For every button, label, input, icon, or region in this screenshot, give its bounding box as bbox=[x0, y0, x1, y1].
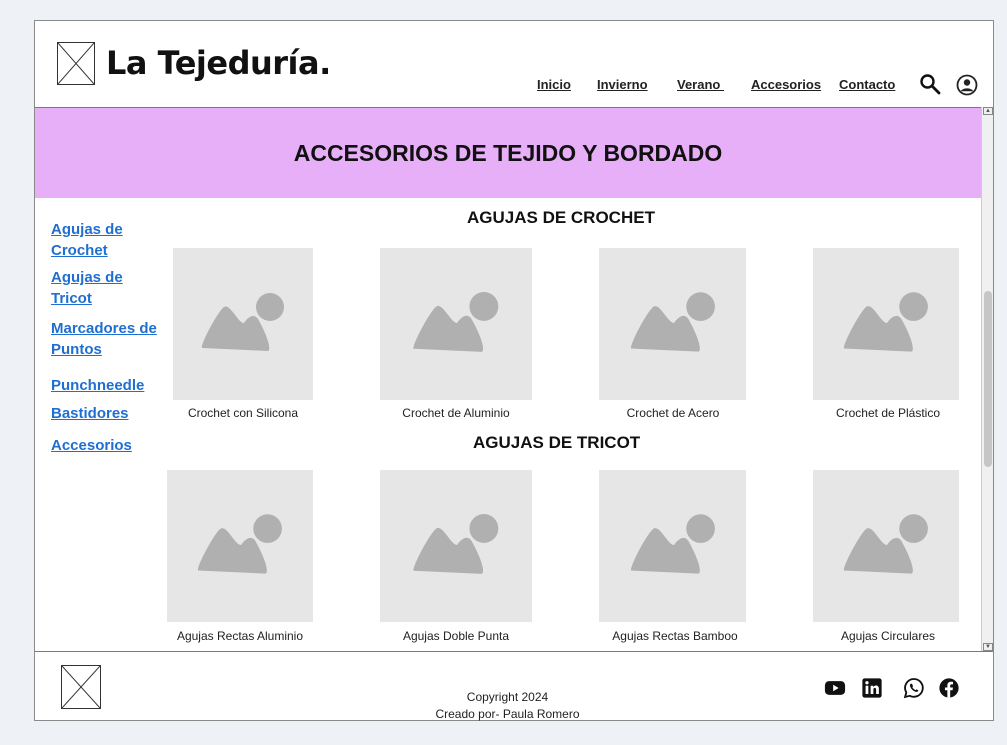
sidebar-item-marcadores[interactable]: Marcadores de Puntos bbox=[51, 318, 166, 360]
copyright-text: Copyright 2024 bbox=[466, 690, 549, 704]
product-image-rectas-aluminio[interactable] bbox=[167, 470, 313, 622]
image-placeholder-icon bbox=[843, 514, 928, 574]
product-label: Crochet de Plástico bbox=[835, 406, 941, 420]
image-placeholder-icon bbox=[413, 514, 499, 574]
product-image-circulares[interactable] bbox=[813, 470, 959, 622]
search-icon[interactable] bbox=[919, 73, 941, 95]
page-title: ACCESORIOS DE TEJIDO Y BORDADO bbox=[293, 140, 723, 166]
image-placeholder-icon bbox=[413, 292, 499, 352]
facebook-icon[interactable] bbox=[938, 677, 960, 699]
product-image-crochet-silicona[interactable] bbox=[173, 248, 313, 400]
product-image-crochet-acero[interactable] bbox=[599, 248, 746, 400]
image-placeholder-icon bbox=[843, 292, 928, 352]
nav-verano[interactable]: Verano bbox=[677, 77, 724, 92]
page-banner: ACCESORIOS DE TEJIDO Y BORDADO bbox=[35, 108, 981, 198]
logo-x-icon bbox=[61, 665, 101, 709]
linkedin-icon[interactable] bbox=[861, 677, 883, 699]
sidebar-item-agujas-crochet[interactable]: Agujas de Crochet bbox=[51, 219, 151, 261]
content-scrollbar[interactable]: ▲ ▼ bbox=[981, 107, 993, 651]
section-title-crochet: AGUJAS DE CROCHET bbox=[467, 208, 655, 227]
footer: Copyright 2024 Creado por- Paula Romero bbox=[35, 651, 993, 721]
product-label: Crochet de Acero bbox=[626, 406, 720, 420]
youtube-icon[interactable] bbox=[824, 677, 846, 699]
product-image-doble-punta[interactable] bbox=[380, 470, 532, 622]
product-label: Agujas Circulares bbox=[840, 629, 936, 643]
logo-x-icon bbox=[57, 42, 95, 85]
nav-invierno[interactable]: Invierno bbox=[597, 77, 648, 92]
logo-placeholder[interactable] bbox=[57, 42, 95, 85]
product-image-crochet-aluminio[interactable] bbox=[380, 248, 532, 400]
brand-name[interactable]: La Tejeduría. bbox=[106, 44, 331, 82]
product-label: Crochet con Silicona bbox=[187, 406, 299, 420]
product-image-crochet-plastico[interactable] bbox=[813, 248, 959, 400]
sidebar-item-bastidores[interactable]: Bastidores bbox=[51, 403, 129, 424]
product-label: Agujas Doble Punta bbox=[402, 629, 510, 643]
sidebar-item-punchneedle[interactable]: Punchneedle bbox=[51, 375, 144, 396]
credit-text: Creado por- Paula Romero bbox=[435, 707, 580, 721]
image-placeholder-icon bbox=[201, 293, 284, 351]
sidebar-item-accesorios[interactable]: Accesorios bbox=[51, 435, 132, 456]
scroll-down-arrow-icon[interactable]: ▼ bbox=[983, 643, 993, 651]
header: La Tejeduría. Inicio Invierno Verano Acc… bbox=[35, 21, 993, 108]
product-label: Agujas Rectas Aluminio bbox=[176, 629, 304, 643]
product-image-rectas-bamboo[interactable] bbox=[599, 470, 746, 622]
user-icon[interactable] bbox=[956, 74, 978, 96]
sidebar-item-agujas-tricot[interactable]: Agujas de Tricot bbox=[51, 267, 151, 309]
image-placeholder-icon bbox=[197, 514, 282, 574]
nav-inicio[interactable]: Inicio bbox=[537, 77, 571, 92]
footer-logo-placeholder[interactable] bbox=[61, 665, 101, 709]
product-label: Crochet de Aluminio bbox=[402, 406, 510, 420]
nav-accesorios[interactable]: Accesorios bbox=[751, 77, 821, 92]
page-frame: La Tejeduría. Inicio Invierno Verano Acc… bbox=[34, 20, 994, 721]
image-placeholder-icon bbox=[630, 292, 715, 352]
image-placeholder-icon bbox=[630, 514, 715, 574]
product-label: Agujas Rectas Bamboo bbox=[612, 629, 738, 643]
nav-contacto[interactable]: Contacto bbox=[839, 77, 895, 92]
scroll-thumb[interactable] bbox=[984, 291, 992, 467]
scroll-up-arrow-icon[interactable]: ▲ bbox=[983, 107, 993, 115]
section-title-tricot: AGUJAS DE TRICOT bbox=[473, 433, 641, 452]
whatsapp-icon[interactable] bbox=[903, 677, 925, 699]
